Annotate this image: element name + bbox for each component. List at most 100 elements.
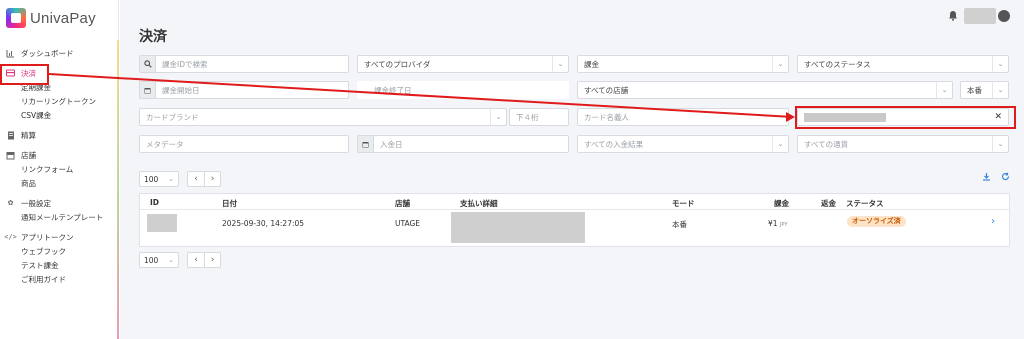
col-header-status[interactable]: ステータス: [846, 198, 884, 209]
sidebar-item-guide[interactable]: ご利用ガイド: [0, 272, 119, 286]
provider-select[interactable]: すべてのプロバイダ ⌄: [357, 55, 569, 73]
user-name-redacted[interactable]: [964, 8, 996, 24]
page-nav: ‹ ›: [187, 171, 221, 187]
charge-type-select[interactable]: 課金 ⌄: [577, 55, 789, 73]
sidebar-item-label: アプリトークン: [21, 232, 74, 242]
sidebar-item-app-tokens[interactable]: </> アプリトークン: [0, 230, 119, 244]
row-mode: 本番: [672, 220, 687, 229]
col-header-mode[interactable]: モード: [672, 198, 695, 209]
currency-value: すべての通貨: [804, 139, 849, 149]
chevron-down-icon: ⌄: [552, 56, 568, 72]
mode-value: 本番: [967, 85, 982, 95]
deposit-result-value: すべての入金結果: [584, 139, 644, 149]
download-icon[interactable]: [982, 172, 991, 184]
page-title: 決済: [139, 29, 167, 45]
chevron-down-icon: ⌄: [772, 136, 788, 152]
table-header: ID 日付 店舗 支払い詳細 モード 課金 返金 ステータス: [140, 194, 1009, 210]
sidebar-item-label: 一般設定: [21, 198, 51, 208]
col-header-payment-details[interactable]: 支払い詳細: [460, 198, 498, 209]
page-nav: ‹ ›: [187, 252, 221, 268]
chevron-down-icon: ⌄: [992, 56, 1008, 72]
row-store: UTAGE: [395, 219, 421, 228]
sidebar-item-dashboard[interactable]: ダッシュボード: [0, 46, 119, 60]
status-value: すべてのステータス: [804, 59, 871, 69]
row-amount-currency: JPY: [779, 222, 788, 228]
logo[interactable]: UnivaPay: [6, 8, 96, 28]
sidebar-item-products[interactable]: 商品: [0, 176, 119, 190]
chevron-right-icon[interactable]: ›: [991, 216, 995, 227]
metadata-input[interactable]: メタデータ: [139, 135, 349, 153]
end-date-placeholder: 課金終了日: [374, 85, 412, 95]
next-page-button[interactable]: ›: [204, 172, 220, 186]
chevron-down-icon: ⌄: [168, 256, 174, 264]
app-root: UnivaPay ダッシュボード 決済 定期課金 リカーリングトークン CSV課…: [0, 0, 1024, 339]
prev-page-button[interactable]: ‹: [188, 172, 204, 186]
sidebar-item-csv-charge[interactable]: CSV課金: [0, 108, 119, 122]
pagination-bottom: 100 ⌄ ‹ ›: [139, 252, 221, 268]
deposit-date-input[interactable]: 入金日: [357, 135, 569, 153]
payment-details-redacted: [451, 212, 585, 243]
card-brand-placeholder: カードブランド: [146, 112, 199, 122]
nav-group-settlements: 精算: [0, 128, 119, 142]
col-header-store[interactable]: 店舗: [395, 198, 410, 209]
sidebar: UnivaPay ダッシュボード 決済 定期課金 リカーリングトークン CSV課…: [0, 0, 119, 339]
main-content: 決済 課金IDで検索 すべてのプロバイダ ⌄ 課金 ⌄ すべてのステータス ⌄ …: [120, 0, 1024, 339]
table-row[interactable]: 2025-09-30, 14:27:05 UTAGE 本番 ¥1 JPY オーソ…: [140, 211, 1009, 247]
sidebar-item-recurring-tokens[interactable]: リカーリングトークン: [0, 94, 119, 108]
cardholder-input[interactable]: カード名義人: [577, 108, 789, 126]
next-page-button[interactable]: ›: [204, 253, 220, 267]
card-brand-select[interactable]: カードブランド ⌄: [139, 108, 507, 126]
sidebar-item-webhooks[interactable]: ウェブフック: [0, 244, 119, 258]
status-select[interactable]: すべてのステータス ⌄: [797, 55, 1009, 73]
last4-input[interactable]: 下４桁: [509, 108, 569, 126]
calendar-icon: [358, 136, 374, 152]
row-date: 2025-09-30, 14:27:05: [222, 219, 305, 228]
sidebar-item-label: 精算: [21, 130, 36, 140]
end-date-input[interactable]: 課金終了日: [357, 81, 569, 99]
charge-type-value: 課金: [584, 59, 599, 69]
sidebar-item-label: ダッシュボード: [21, 48, 74, 58]
provider-value: すべてのプロバイダ: [364, 59, 431, 69]
row-amount: ¥1 JPY: [768, 219, 787, 228]
logo-mark-icon: [6, 8, 26, 28]
sidebar-item-general-settings[interactable]: ✿ 一般設定: [0, 196, 119, 210]
store-icon: [6, 151, 15, 160]
mode-select[interactable]: 本番 ⌄: [960, 81, 1009, 99]
cardholder-placeholder: カード名義人: [584, 112, 629, 122]
refresh-icon[interactable]: [1001, 172, 1010, 184]
bell-icon[interactable]: [948, 10, 958, 22]
topbar-actions: [948, 8, 1010, 24]
code-icon: </>: [4, 233, 17, 241]
payments-table: ID 日付 店舗 支払い詳細 モード 課金 返金 ステータス 2025-09-3…: [139, 193, 1010, 247]
logo-text: UnivaPay: [30, 9, 96, 27]
deposit-result-select[interactable]: すべての入金結果 ⌄: [577, 135, 789, 153]
start-date-input[interactable]: 課金開始日: [139, 81, 349, 99]
per-page-select[interactable]: 100 ⌄: [139, 171, 179, 187]
sidebar-item-link-form[interactable]: リンクフォーム: [0, 162, 119, 176]
search-input[interactable]: 課金IDで検索: [139, 55, 349, 73]
sidebar-item-settlements[interactable]: 精算: [0, 128, 119, 142]
col-header-refund[interactable]: 返金: [821, 198, 836, 209]
nav-group-store: 店舗 リンクフォーム 商品: [0, 148, 119, 190]
status-badge: オーソライズ済: [847, 216, 906, 227]
search-placeholder: 課金IDで検索: [162, 59, 208, 69]
currency-select[interactable]: すべての通貨 ⌄: [797, 135, 1009, 153]
deposit-date-placeholder: 入金日: [380, 139, 403, 149]
chart-icon: [6, 49, 15, 58]
store-select[interactable]: すべての店舗 ⌄: [577, 81, 953, 99]
search-icon: [140, 56, 156, 72]
col-header-amount[interactable]: 課金: [774, 198, 789, 209]
store-value: すべての店舗: [584, 85, 629, 95]
user-avatar-icon[interactable]: [998, 10, 1010, 22]
metadata-placeholder: メタデータ: [146, 139, 184, 149]
sidebar-item-test-charge[interactable]: テスト課金: [0, 258, 119, 272]
sidebar-item-email-templates[interactable]: 通知メールテンプレート: [0, 210, 119, 224]
per-page-select[interactable]: 100 ⌄: [139, 252, 179, 268]
col-header-date[interactable]: 日付: [222, 198, 237, 209]
col-header-id[interactable]: ID: [150, 198, 159, 207]
start-date-placeholder: 課金開始日: [162, 85, 200, 95]
per-page-value: 100: [144, 255, 159, 265]
nav-group-settings: ✿ 一般設定 通知メールテンプレート: [0, 196, 119, 224]
prev-page-button[interactable]: ‹: [188, 253, 204, 267]
sidebar-item-store[interactable]: 店舗: [0, 148, 119, 162]
